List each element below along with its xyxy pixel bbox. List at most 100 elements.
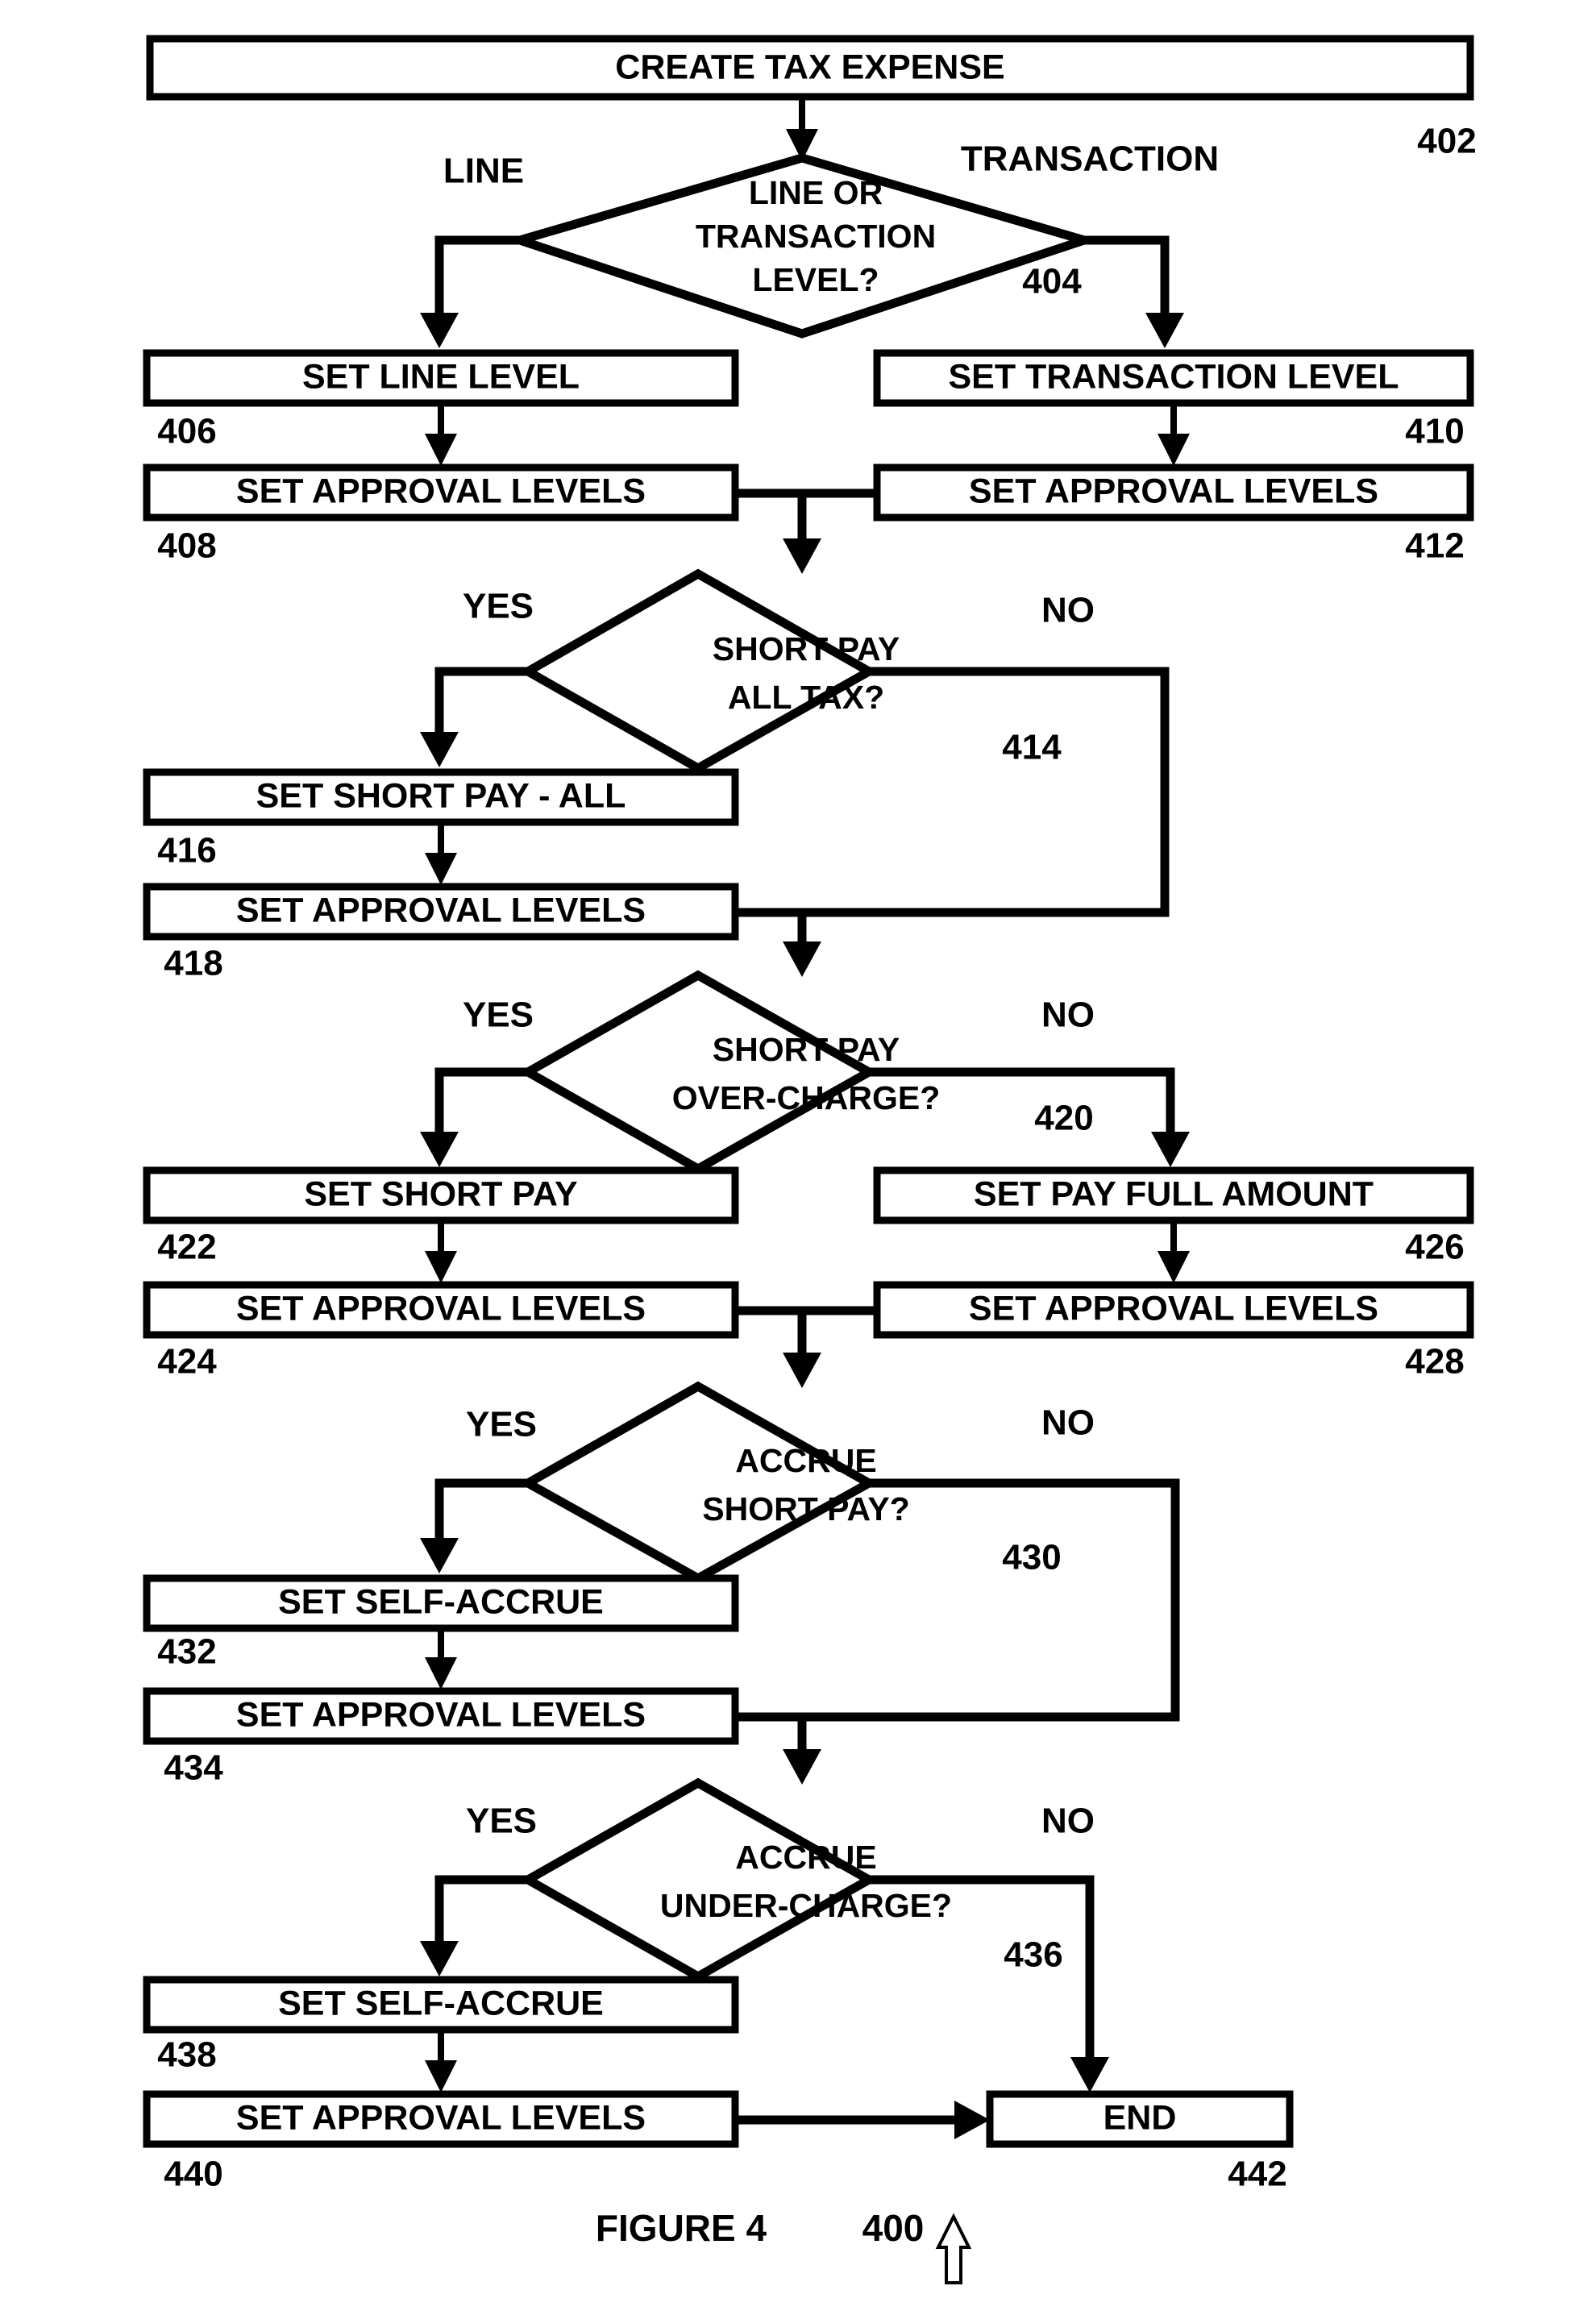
node-408-set-approval-levels: SET APPROVAL LEVELS: [143, 463, 739, 522]
node-434-label: SET APPROVAL LEVELS: [236, 1695, 646, 1734]
edge-436-yes-to-438: [420, 1875, 528, 1976]
arrowhead-icon: [954, 2101, 990, 2139]
ref-number-410: 410: [1405, 412, 1464, 451]
arrowhead-icon: [425, 2060, 457, 2093]
edge-422-to-424: [425, 1220, 457, 1283]
node-414-short-pay-all-tax: SHORT PAY ALL TAX?: [518, 568, 900, 774]
figure-reference-number: 400: [862, 2207, 925, 2249]
arrowhead-icon: [1158, 434, 1190, 466]
edge-label-430-no: NO: [1041, 1403, 1095, 1443]
node-420-label-line1: SHORT PAY: [713, 1031, 900, 1068]
arrowhead-icon: [425, 434, 457, 466]
edge-merge-424-428-to-430: [735, 1306, 877, 1388]
ref-number-418: 418: [164, 944, 222, 983]
node-416-set-short-pay-all: SET SHORT PAY - ALL: [143, 768, 739, 826]
node-406-set-line-level: SET LINE LEVEL: [143, 349, 739, 407]
ref-number-436: 436: [1004, 1935, 1062, 1975]
node-416-label: SET SHORT PAY - ALL: [256, 776, 626, 815]
edge-label-414-no: NO: [1041, 591, 1095, 630]
ref-number-420: 420: [1034, 1099, 1093, 1138]
arrowhead-icon: [1070, 2057, 1109, 2093]
node-436-label-line1: ACCRUE: [735, 1839, 876, 1876]
ref-number-426: 426: [1405, 1228, 1464, 1267]
arrowhead-icon: [783, 538, 821, 574]
node-410-set-transaction-level: SET TRANSACTION LEVEL: [873, 349, 1474, 407]
ref-number-414: 414: [1002, 728, 1062, 767]
node-430-label-line2: SHORT PAY?: [702, 1490, 909, 1527]
edge-430-yes-to-432: [420, 1478, 528, 1573]
edge-merge-434-to-436: [783, 1717, 821, 1785]
node-422-label: SET SHORT PAY: [304, 1174, 577, 1213]
node-422-set-short-pay: SET SHORT PAY: [143, 1166, 739, 1224]
node-426-label: SET PAY FULL AMOUNT: [974, 1174, 1374, 1213]
node-424-label: SET APPROVAL LEVELS: [236, 1289, 646, 1328]
node-440-label: SET APPROVAL LEVELS: [236, 2098, 646, 2137]
node-438-label: SET SELF-ACCRUE: [278, 1984, 604, 2022]
ref-number-424: 424: [157, 1342, 217, 1382]
arrowhead-icon: [420, 1941, 459, 1976]
node-428-label: SET APPROVAL LEVELS: [969, 1289, 1378, 1328]
edge-438-to-440: [425, 2030, 457, 2093]
edge-404-to-410: [1084, 235, 1184, 348]
node-404-label-line2: TRANSACTION: [696, 218, 936, 255]
ref-number-412: 412: [1405, 526, 1464, 566]
arrowhead-icon: [1145, 313, 1184, 348]
edge-406-to-408: [425, 403, 457, 466]
ref-number-438: 438: [157, 2035, 216, 2075]
node-414-label-line2: ALL TAX?: [728, 679, 884, 716]
ref-number-422: 422: [157, 1228, 216, 1267]
ref-number-428: 428: [1405, 1342, 1464, 1382]
node-418-label: SET APPROVAL LEVELS: [236, 891, 646, 929]
arrowhead-icon: [783, 1749, 821, 1785]
decision-diamond-430: [518, 1381, 879, 1584]
ref-number-416: 416: [157, 831, 216, 871]
arrowhead-icon: [420, 313, 459, 348]
edge-420-yes-to-422: [420, 1067, 528, 1167]
node-430-label-line1: ACCRUE: [735, 1442, 876, 1479]
node-432-label: SET SELF-ACCRUE: [278, 1582, 604, 1621]
edge-416-to-418: [425, 822, 457, 885]
node-428-set-approval-levels: SET APPROVAL LEVELS: [873, 1281, 1474, 1339]
ref-number-408: 408: [157, 526, 216, 566]
edge-414-yes-to-416: [420, 667, 528, 767]
arrowhead-icon: [425, 1657, 457, 1689]
edge-402-to-404: [786, 97, 818, 161]
edge-label-430-yes: YES: [466, 1405, 537, 1444]
node-402-create-tax-expense: CREATE TAX EXPENSE: [146, 35, 1474, 101]
arrowhead-icon: [420, 1538, 459, 1573]
edge-label-414-yes: YES: [463, 587, 534, 626]
node-432-set-self-accrue: SET SELF-ACCRUE: [143, 1574, 739, 1632]
arrowhead-icon: [1151, 1132, 1190, 1167]
edge-404-to-406: [420, 235, 520, 348]
ref-number-440: 440: [164, 2155, 222, 2194]
node-414-label-line1: SHORT PAY: [713, 630, 900, 667]
decision-diamond-436: [518, 1777, 879, 1982]
decision-diamond-414: [518, 568, 879, 774]
ref-number-430: 430: [1002, 1538, 1061, 1577]
decision-diamond-420: [518, 970, 879, 1174]
edge-426-to-428: [1158, 1220, 1190, 1283]
node-404-label-line3: LEVEL?: [752, 261, 879, 298]
node-412-label: SET APPROVAL LEVELS: [969, 472, 1378, 510]
node-404-label-line1: LINE OR: [749, 174, 883, 211]
edge-label-420-no: NO: [1041, 995, 1095, 1035]
ref-number-402: 402: [1417, 122, 1476, 161]
node-402-label: CREATE TAX EXPENSE: [615, 48, 1004, 86]
edge-label-420-yes: YES: [463, 995, 534, 1035]
node-404-line-or-transaction-level: LINE OR TRANSACTION LEVEL?: [505, 153, 1099, 339]
node-426-set-pay-full-amount: SET PAY FULL AMOUNT: [873, 1166, 1474, 1224]
node-406-label: SET LINE LEVEL: [302, 357, 580, 396]
edge-label-436-yes: YES: [466, 1802, 537, 1841]
node-438-set-self-accrue: SET SELF-ACCRUE: [143, 1976, 739, 2034]
arrowhead-icon: [425, 1251, 457, 1283]
arrowhead-icon: [783, 1353, 821, 1388]
figure-caption: FIGURE 4: [596, 2207, 767, 2249]
edge-410-to-412: [1158, 403, 1190, 466]
node-434-set-approval-levels: SET APPROVAL LEVELS: [143, 1687, 739, 1745]
edge-label-436-no: NO: [1041, 1802, 1095, 1841]
arrowhead-icon: [420, 732, 459, 767]
edge-merge-418-to-420: [783, 912, 821, 977]
arrowhead-icon: [420, 1132, 459, 1167]
edge-label-404-transaction: TRANSACTION: [961, 139, 1219, 179]
node-442-end: END: [986, 2090, 1294, 2148]
